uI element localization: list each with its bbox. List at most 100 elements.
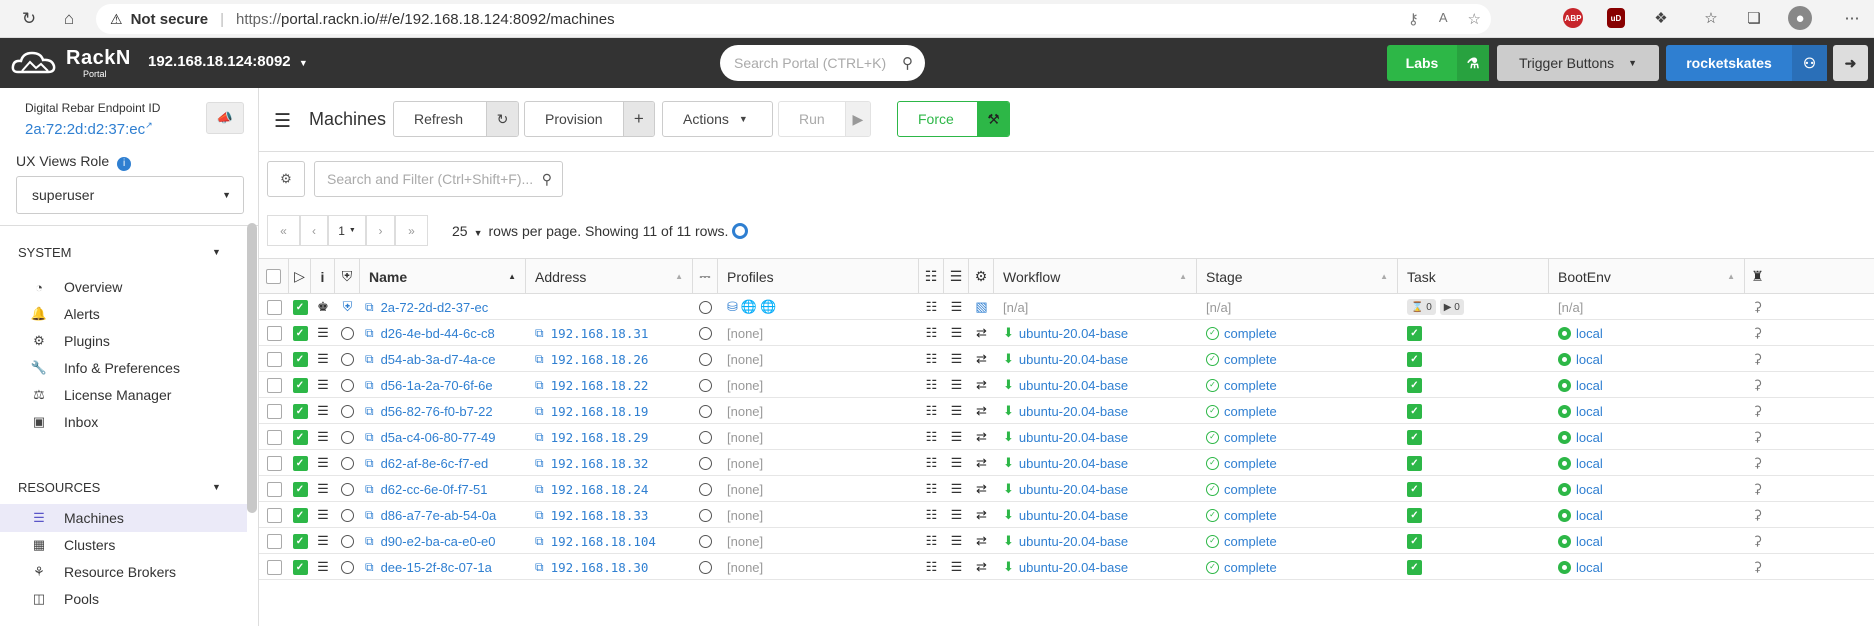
not-secure-label[interactable]: Not secure xyxy=(131,11,209,28)
select-all-checkbox[interactable] xyxy=(266,269,281,284)
stage-link[interactable]: complete xyxy=(1224,534,1277,549)
address-bar[interactable]: ⚠ Not secure | https://portal.rackn.io/#… xyxy=(96,4,1491,34)
search-filter-input[interactable]: Search and Filter (Ctrl+Shift+F)... ⚲ xyxy=(314,161,563,197)
runnable-check-icon[interactable]: ✓ xyxy=(292,481,308,497)
row-checkbox[interactable] xyxy=(266,351,282,367)
runnable-check-icon[interactable]: ✓ xyxy=(292,533,308,549)
profile-icon[interactable]: ● xyxy=(1788,6,1812,30)
row-checkbox[interactable] xyxy=(266,377,282,393)
copy-icon[interactable]: ⧉ xyxy=(535,430,544,445)
copy-icon[interactable]: ⧉ xyxy=(365,326,374,341)
sidebar-item-license-manager[interactable]: ⚖ License Manager xyxy=(0,381,247,409)
info-icon[interactable]: i xyxy=(117,157,132,171)
table-row[interactable]: ✓ ☰ ⧉ d86-a7-7e-ab-54-0a ⧉ 192.168.18.33 [none… xyxy=(259,502,1874,528)
bootenv-link[interactable]: local xyxy=(1576,430,1603,445)
row-checkbox[interactable] xyxy=(266,559,282,575)
home-icon[interactable]: ⌂ xyxy=(58,8,80,30)
endpoint-selector[interactable]: 192.168.18.124:8092 ▼ xyxy=(148,53,308,70)
provision-button[interactable]: Provision + xyxy=(524,101,655,137)
machine-name-link[interactable]: d62-cc-6e-0f-f7-51 xyxy=(381,482,488,497)
machine-name-link[interactable]: 2a-72-2d-d2-37-ec xyxy=(381,300,489,315)
pin-icon[interactable]: ⚳ xyxy=(1753,533,1763,549)
copy-icon[interactable]: ⧉ xyxy=(365,560,374,575)
runnable-check-icon[interactable]: ✓ xyxy=(292,351,308,367)
workflow-link[interactable]: ubuntu-20.04-base xyxy=(1019,560,1128,575)
sidebar-item-plugins[interactable]: ⚙ Plugins xyxy=(0,327,247,355)
table-row[interactable]: ✓ ☰ ⧉ d5a-c4-06-80-77-49 ⧉ 192.168.18.29 [none… xyxy=(259,424,1874,450)
column-task[interactable]: Task xyxy=(1398,259,1549,294)
table-row[interactable]: ✓ ☰ ⧉ d56-82-76-f0-b7-22 ⧉ 192.168.18.19 [none… xyxy=(259,398,1874,424)
column-bootenv[interactable]: BootEnv ▲ xyxy=(1549,259,1745,294)
row-checkbox[interactable] xyxy=(266,299,282,315)
sidebar-item-alerts[interactable]: 🔔 Alerts xyxy=(0,300,247,328)
stage-link[interactable]: complete xyxy=(1224,560,1277,575)
per-page-select[interactable]: 25 xyxy=(452,223,468,239)
favorites-icon[interactable]: ☆ xyxy=(1699,6,1723,30)
pin-icon[interactable]: ⚳ xyxy=(1753,351,1763,367)
machine-address-link[interactable]: 192.168.18.31 xyxy=(551,326,649,341)
pin-icon[interactable]: ⚳ xyxy=(1753,455,1763,471)
sidebar-scrollbar[interactable] xyxy=(247,223,257,513)
workflow-link[interactable]: ubuntu-20.04-base xyxy=(1019,378,1128,393)
favorite-add-icon[interactable]: ☆ xyxy=(1468,10,1481,28)
bootenv-link[interactable]: local xyxy=(1576,482,1603,497)
stage-link[interactable]: complete xyxy=(1224,404,1277,419)
machine-address-link[interactable]: 192.168.18.32 xyxy=(551,456,649,471)
copy-icon[interactable]: ⧉ xyxy=(535,508,544,523)
sidebar-item-overview[interactable]: ◔ Overview xyxy=(0,273,247,301)
page-select[interactable]: 1 ▼ xyxy=(328,215,366,246)
copy-icon[interactable]: ⧉ xyxy=(535,378,544,393)
machine-name-link[interactable]: d56-1a-2a-70-6f-6e xyxy=(381,378,493,393)
meta-header[interactable]: ⎓ xyxy=(693,259,718,294)
copy-icon[interactable]: ⧉ xyxy=(535,482,544,497)
params-header[interactable]: ☰ xyxy=(944,259,969,294)
extensions-icon[interactable]: ❖ xyxy=(1649,6,1673,30)
copy-icon[interactable]: ⧉ xyxy=(365,534,374,549)
logout-button[interactable]: ➜ xyxy=(1833,45,1868,81)
sidebar-item-inbox[interactable]: ▣ Inbox xyxy=(0,408,247,436)
stage-link[interactable]: complete xyxy=(1224,326,1277,341)
copy-icon[interactable]: ⧉ xyxy=(535,352,544,367)
row-checkbox[interactable] xyxy=(266,507,282,523)
table-settings-button[interactable]: ⚙ xyxy=(267,161,305,197)
column-stage[interactable]: Stage ▲ xyxy=(1197,259,1398,294)
stage-link[interactable]: complete xyxy=(1224,378,1277,393)
chevron-down-icon[interactable]: ▼ xyxy=(212,247,221,257)
more-icon[interactable]: ⋯ xyxy=(1840,6,1864,30)
machine-address-link[interactable]: 192.168.18.22 xyxy=(551,378,649,393)
bootenv-link[interactable]: local xyxy=(1576,378,1603,393)
machine-address-link[interactable]: 192.168.18.19 xyxy=(551,404,649,419)
copy-icon[interactable]: ⧉ xyxy=(365,300,374,315)
runnable-check-icon[interactable]: ✓ xyxy=(292,377,308,393)
table-row[interactable]: ✓ ☰ ⧉ d26-4e-bd-44-6c-c8 ⧉ 192.168.18.31 [none… xyxy=(259,320,1874,346)
key-icon[interactable]: ⚷ xyxy=(1408,10,1419,28)
first-page-button[interactable]: « xyxy=(267,215,300,246)
bootenv-link[interactable]: local xyxy=(1576,404,1603,419)
column-name[interactable]: Name ▲ xyxy=(360,259,526,294)
workflow-link[interactable]: ubuntu-20.04-base xyxy=(1019,482,1128,497)
stage-link[interactable]: complete xyxy=(1224,430,1277,445)
workflow-link[interactable]: ubuntu-20.04-base xyxy=(1019,404,1128,419)
bootenv-link[interactable]: local xyxy=(1576,534,1603,549)
pin-icon[interactable]: ⚳ xyxy=(1753,429,1763,445)
settings-header[interactable]: ⚙ xyxy=(969,259,994,294)
table-row[interactable]: ✓ ☰ ⧉ d62-af-8e-6c-f7-ed ⧉ 192.168.18.32 [none… xyxy=(259,450,1874,476)
machine-name-link[interactable]: d62-af-8e-6c-f7-ed xyxy=(381,456,489,471)
machine-address-link[interactable]: 192.168.18.26 xyxy=(551,352,649,367)
labs-button[interactable]: Labs ⚗ xyxy=(1387,45,1489,81)
read-aloud-icon[interactable]: A xyxy=(1439,10,1448,28)
copy-icon[interactable]: ⧉ xyxy=(365,508,374,523)
runnable-check-icon[interactable]: ✓ xyxy=(292,429,308,445)
reload-icon[interactable]: ↻ xyxy=(18,8,40,30)
pin-icon[interactable]: ⚳ xyxy=(1753,299,1763,315)
pin-icon[interactable]: ⚳ xyxy=(1753,377,1763,393)
machine-name-link[interactable]: dee-15-2f-8c-07-1a xyxy=(381,560,492,575)
copy-icon[interactable]: ⧉ xyxy=(535,404,544,419)
machine-name-link[interactable]: d90-e2-ba-ca-e0-e0 xyxy=(381,534,496,549)
actions-dropdown[interactable]: Actions ▼ xyxy=(662,101,773,137)
stage-link[interactable]: complete xyxy=(1224,508,1277,523)
bootenv-link[interactable]: local xyxy=(1576,560,1603,575)
workflow-link[interactable]: ubuntu-20.04-base xyxy=(1019,456,1128,471)
sidebar-item-info-preferences[interactable]: 🔧 Info & Preferences xyxy=(0,354,247,382)
collections-icon[interactable]: ❏ xyxy=(1742,6,1766,30)
